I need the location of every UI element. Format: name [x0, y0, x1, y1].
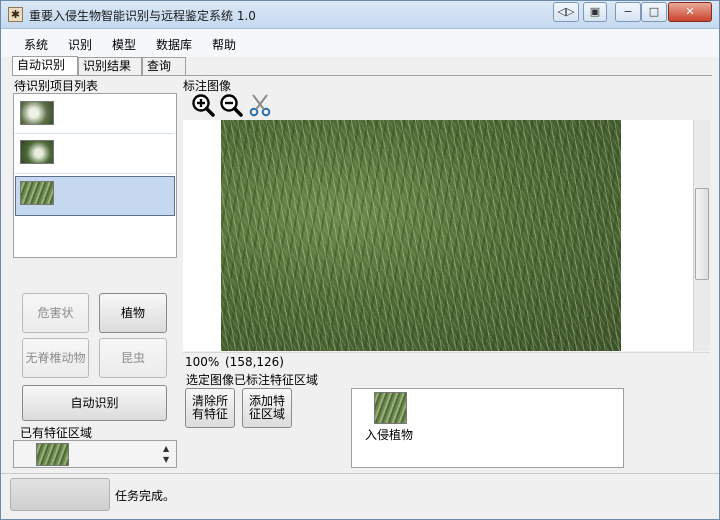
annot-label: 标注图像: [183, 79, 232, 93]
menu-database[interactable]: 数据库: [156, 36, 192, 53]
scrollbar-thumb[interactable]: [695, 188, 709, 280]
zoom-level: 100%: [185, 355, 220, 369]
harm-button[interactable]: 危害状: [22, 293, 89, 333]
menu-system[interactable]: 系统: [24, 36, 48, 53]
plant-button[interactable]: 植物: [99, 293, 167, 333]
spin-down-icon[interactable]: ▼: [163, 455, 169, 464]
thumbnail-image: [20, 140, 54, 164]
menu-model[interactable]: 模型: [112, 36, 136, 53]
feature-caption: 入侵植物: [365, 428, 414, 442]
zoom-out-icon[interactable]: [219, 93, 243, 117]
image-status-strip: 100% (158,126): [183, 352, 710, 371]
selected-features-label: 选定图像已标注特征区域: [186, 373, 319, 387]
maximize-button[interactable]: □: [641, 2, 667, 22]
menu-help[interactable]: 帮助: [212, 36, 236, 53]
menu-bar: 系统 识别 模型 数据库 帮助: [1, 29, 719, 57]
scissors-icon[interactable]: [248, 93, 272, 117]
restore-panel-icon[interactable]: ▣: [583, 2, 607, 22]
feature-gallery[interactable]: 入侵植物: [351, 388, 624, 468]
cursor-coordinates: (158,126): [225, 355, 284, 369]
insect-button[interactable]: 昆虫: [99, 338, 167, 378]
invertebrate-button[interactable]: 无脊椎动物: [22, 338, 89, 378]
list-title: 待识别项目列表: [14, 79, 99, 93]
switch-icon[interactable]: ◁▷: [553, 2, 579, 22]
feature-thumbnail[interactable]: [374, 392, 407, 424]
list-item[interactable]: [15, 95, 175, 134]
list-item[interactable]: [15, 135, 175, 174]
add-feature-region-button[interactable]: 添加特征区域: [242, 388, 292, 428]
close-button[interactable]: ✕: [668, 2, 712, 22]
plant-image[interactable]: [221, 120, 621, 351]
feature-area-label: 已有特征区域: [20, 426, 93, 440]
thumbnail-image: [20, 101, 54, 125]
tab-auto-identify[interactable]: 自动识别: [12, 56, 78, 76]
image-vertical-scrollbar[interactable]: [693, 120, 710, 351]
window-title: 重要入侵生物智能识别与远程鉴定系统 1.0: [29, 9, 256, 23]
menu-identify[interactable]: 识别: [68, 36, 92, 53]
pending-list[interactable]: [13, 93, 177, 258]
status-bar: 任务完成。: [1, 473, 719, 519]
zoom-in-icon[interactable]: [191, 93, 215, 117]
tab-divider: [12, 75, 712, 76]
tab-results[interactable]: 识别结果: [78, 57, 142, 75]
minimize-button[interactable]: −: [615, 2, 641, 22]
clear-all-features-button[interactable]: 清除所有特征: [185, 388, 235, 428]
app-window: ✱ 重要入侵生物智能识别与远程鉴定系统 1.0 ◁▷ ▣ − □ ✕ 系统 识别…: [0, 0, 720, 520]
feature-thumbnail: [36, 443, 69, 466]
feature-area-list[interactable]: ▲ ▼: [13, 440, 177, 468]
title-bar[interactable]: ✱ 重要入侵生物智能识别与远程鉴定系统 1.0 ◁▷ ▣ − □ ✕: [1, 1, 719, 29]
progress-bar: [10, 478, 110, 511]
auto-identify-button[interactable]: 自动识别: [22, 385, 167, 421]
tab-query[interactable]: 查询: [142, 57, 186, 75]
thumbnail-image: [20, 181, 54, 205]
spin-up-icon[interactable]: ▲: [163, 444, 169, 453]
annotation-image-view[interactable]: [183, 120, 693, 351]
status-message: 任务完成。: [115, 489, 176, 503]
list-item-selected[interactable]: [15, 176, 175, 216]
app-bug-icon: ✱: [8, 7, 23, 22]
